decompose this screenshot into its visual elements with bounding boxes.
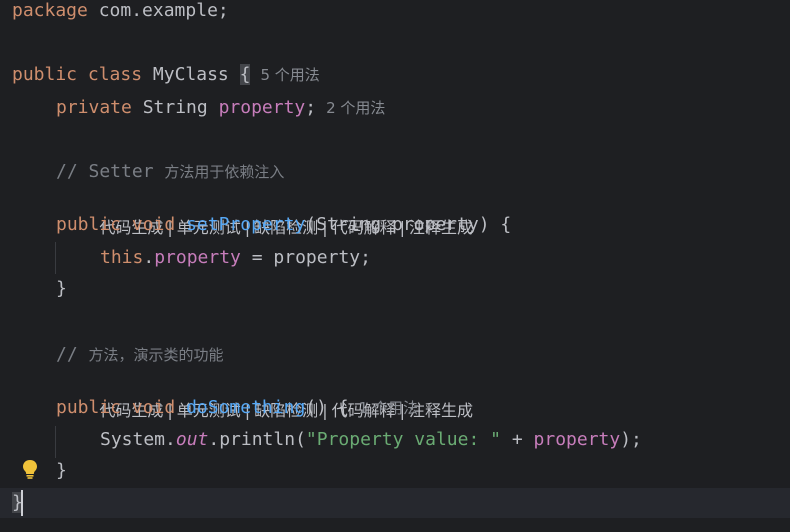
- method-call: .println(: [208, 429, 306, 450]
- keyword: private: [56, 97, 132, 118]
- code-line-class-close[interactable]: }: [0, 488, 790, 518]
- keyword-this: this: [100, 247, 144, 268]
- package-name: com.example;: [87, 0, 229, 21]
- params: (String property) {: [305, 214, 512, 235]
- code-line-method-signature[interactable]: public void doSomething() { 1 个用法: [0, 393, 790, 423]
- keyword: void: [131, 397, 176, 418]
- code-line-class[interactable]: public class MyClass {5 个用法: [0, 60, 790, 90]
- comment-text: 方法，演示类的功能: [88, 346, 224, 364]
- usage-hint[interactable]: 5 个用法: [260, 66, 319, 84]
- usage-hint[interactable]: 1 个用法: [359, 399, 418, 417]
- field-name: property: [218, 97, 306, 118]
- code-line-method-signature[interactable]: public void setProperty(String property)…: [0, 210, 790, 240]
- closing-brace: }: [56, 278, 67, 299]
- keyword: package: [12, 0, 88, 21]
- code-lens-bar: 代码生成 | 单元测试 | 缺陷检测 | 代码解释 | 注释生成: [0, 183, 790, 237]
- code-line-assignment[interactable]: this.property = property;: [0, 243, 790, 273]
- class-name: MyClass: [142, 64, 240, 85]
- field-name: property: [533, 429, 621, 450]
- comment: // Setter: [56, 161, 154, 182]
- matched-brace: {: [239, 64, 251, 85]
- dot: .: [143, 247, 155, 268]
- closing-brace: }: [56, 460, 67, 481]
- comment: //: [56, 344, 78, 365]
- keyword: public: [12, 64, 78, 85]
- static-field: out: [175, 429, 209, 450]
- operator: +: [501, 429, 534, 450]
- method-name: doSomething: [186, 397, 306, 418]
- comment-text: 方法用于依赖注入: [164, 163, 285, 181]
- assignment-rest: = property;: [240, 247, 371, 268]
- lightbulb-icon[interactable]: [20, 458, 40, 480]
- type-name: String: [131, 97, 219, 118]
- keyword: void: [131, 214, 176, 235]
- string-literal: "Property value: ": [305, 429, 501, 450]
- keyword: public: [56, 397, 122, 418]
- class-ref: System.: [100, 429, 176, 450]
- code-line-println[interactable]: System.out.println("Property value: " + …: [0, 425, 790, 455]
- field-name: property: [154, 247, 241, 268]
- usage-hint[interactable]: 2 个用法: [326, 99, 385, 117]
- code-editor[interactable]: package com.example; public class MyClas…: [0, 0, 790, 532]
- text-caret: [21, 490, 23, 516]
- code-line-package[interactable]: package com.example;: [0, 0, 790, 26]
- code-line-close-brace[interactable]: }: [0, 456, 790, 486]
- statement-end: );: [620, 429, 642, 450]
- keyword: class: [87, 64, 143, 85]
- code-line-close-brace[interactable]: }: [0, 274, 790, 304]
- keyword: public: [56, 214, 122, 235]
- code-lens-bar: 代码生成 | 单元测试 | 缺陷检测 | 代码解释 | 注释生成: [0, 366, 790, 420]
- method-name: setProperty: [186, 214, 306, 235]
- semicolon: ;: [305, 97, 317, 118]
- params: () {: [305, 397, 349, 418]
- code-line-field[interactable]: private String property; 2 个用法: [0, 93, 790, 123]
